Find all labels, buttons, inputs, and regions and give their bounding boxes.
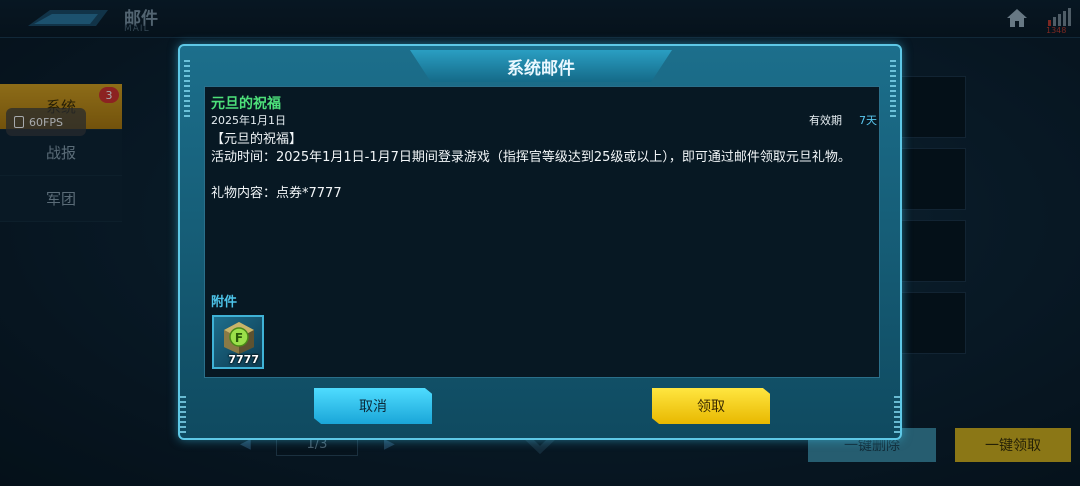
cancel-button[interactable]: 取消 [314, 388, 432, 424]
mail-heading: 【元旦的祝福】 [211, 132, 303, 147]
mail-body-text: 活动时间：2025年1月1日-1月7日期间登录游戏（指挥官等级达到25级或以上）… [211, 150, 851, 165]
voucher-cube-icon: F [224, 322, 254, 354]
dialog-title: 系统邮件 [410, 50, 672, 82]
validity-value: 7天 [859, 114, 877, 127]
frame-decoration [890, 60, 896, 120]
svg-text:F: F [235, 331, 243, 345]
dialog-title-text: 系统邮件 [507, 58, 575, 79]
frame-decoration [894, 396, 900, 436]
gift-content: 礼物内容：点券*7777 [211, 186, 342, 201]
system-mail-dialog: 系统邮件 元旦的祝福 2025年1月1日 有效期 7天 【元旦的祝福】 活动时间… [178, 44, 902, 440]
attachment-quantity: 7777 [228, 353, 259, 366]
frame-decoration [184, 60, 190, 120]
mail-title: 元旦的祝福 [211, 96, 281, 112]
mail-body: 【元旦的祝福】 活动时间：2025年1月1日-1月7日期间登录游戏（指挥官等级达… [211, 131, 875, 203]
attachment-item[interactable]: F 7777 [212, 315, 264, 369]
frame-decoration [180, 396, 186, 436]
claim-button[interactable]: 领取 [652, 388, 770, 424]
validity-label: 有效期 [809, 114, 842, 127]
mail-content: 元旦的祝福 2025年1月1日 有效期 7天 【元旦的祝福】 活动时间：2025… [204, 86, 880, 378]
attachment-label: 附件 [211, 295, 238, 310]
mail-date: 2025年1月1日 [211, 114, 286, 127]
